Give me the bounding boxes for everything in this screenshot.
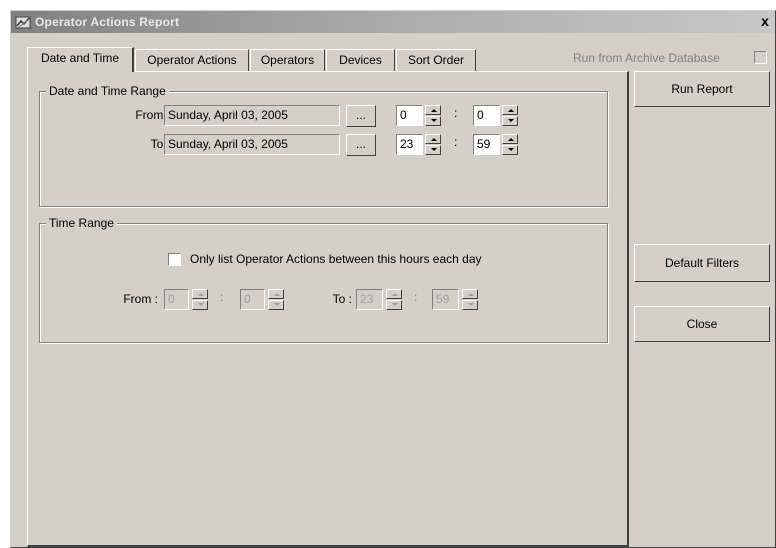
date-time-range-legend: Date and Time Range (46, 84, 169, 98)
time-from-minute-field[interactable]: 0 (240, 289, 265, 310)
tab-operator-actions[interactable]: Operator Actions (135, 49, 249, 71)
to-date-label: To : (150, 137, 170, 151)
from-hour-field[interactable]: 0 (396, 105, 423, 126)
time-to-hour-spinner[interactable] (386, 289, 402, 310)
to-minute-field[interactable]: 59 (473, 134, 500, 155)
time-to-hour-field[interactable]: 23 (356, 289, 383, 310)
time-separator: : (454, 106, 458, 120)
spin-up-icon[interactable] (502, 134, 518, 144)
time-separator: : (414, 290, 418, 304)
date-time-range-group: Date and Time Range From : Sunday, April… (39, 84, 608, 207)
time-to-label: To : (332, 292, 352, 306)
close-button[interactable]: Close (634, 306, 770, 342)
time-separator: : (220, 290, 224, 304)
from-minute-spinner[interactable] (502, 105, 518, 126)
time-separator: : (454, 135, 458, 149)
time-range-group: Time Range Only list Operator Actions be… (39, 216, 608, 343)
tab-panel-date-and-time: Date and Time Range From : Sunday, April… (27, 71, 629, 547)
only-list-hours-label: Only list Operator Actions between this … (190, 252, 482, 266)
tab-operators[interactable]: Operators (250, 49, 325, 71)
time-to-minute-spinner[interactable] (462, 289, 478, 310)
spin-down-icon[interactable] (425, 145, 441, 155)
report-app-icon (15, 16, 31, 29)
time-from-hour-field[interactable]: 0 (164, 289, 189, 310)
spin-up-icon[interactable] (502, 105, 518, 115)
to-hour-spinner[interactable] (425, 134, 441, 155)
tab-devices[interactable]: Devices (326, 49, 395, 71)
title-bar[interactable]: Operator Actions Report x (11, 11, 775, 33)
spin-up-icon[interactable] (462, 289, 478, 299)
time-from-label: From : (123, 292, 158, 306)
spin-down-icon[interactable] (462, 300, 478, 310)
spin-down-icon[interactable] (192, 300, 208, 310)
from-date-field[interactable]: Sunday, April 03, 2005 (164, 105, 340, 126)
spin-up-icon[interactable] (268, 289, 284, 299)
from-hour-spinner[interactable] (425, 105, 441, 126)
time-to-minute-field[interactable]: 59 (432, 289, 459, 310)
run-report-button[interactable]: Run Report (634, 71, 770, 107)
spin-up-icon[interactable] (425, 105, 441, 115)
to-date-field[interactable]: Sunday, April 03, 2005 (164, 134, 340, 155)
window-title: Operator Actions Report (35, 15, 180, 29)
only-list-hours-checkbox[interactable] (168, 253, 181, 266)
default-filters-button[interactable]: Default Filters (634, 244, 770, 282)
to-minute-spinner[interactable] (502, 134, 518, 155)
from-date-browse-button[interactable]: ... (346, 105, 376, 127)
spin-up-icon[interactable] (425, 134, 441, 144)
spin-down-icon[interactable] (502, 116, 518, 126)
tab-date-and-time[interactable]: Date and Time (27, 47, 134, 72)
time-from-minute-spinner[interactable] (268, 289, 284, 310)
to-hour-field[interactable]: 23 (396, 134, 423, 155)
archive-checkbox[interactable] (754, 51, 767, 64)
spin-up-icon[interactable] (386, 289, 402, 299)
spin-down-icon[interactable] (425, 116, 441, 126)
time-range-legend: Time Range (46, 216, 117, 230)
archive-label: Run from Archive Database (573, 51, 720, 65)
spin-down-icon[interactable] (268, 300, 284, 310)
from-minute-field[interactable]: 0 (473, 105, 500, 126)
tab-sort-order[interactable]: Sort Order (396, 49, 476, 71)
time-from-hour-spinner[interactable] (192, 289, 208, 310)
spin-down-icon[interactable] (386, 300, 402, 310)
close-window-icon[interactable]: x (757, 14, 773, 30)
from-date-label: From : (135, 108, 170, 122)
spin-down-icon[interactable] (502, 145, 518, 155)
report-window: Operator Actions Report x Date and Time … (10, 10, 776, 548)
to-date-browse-button[interactable]: ... (346, 134, 376, 156)
spin-up-icon[interactable] (192, 289, 208, 299)
